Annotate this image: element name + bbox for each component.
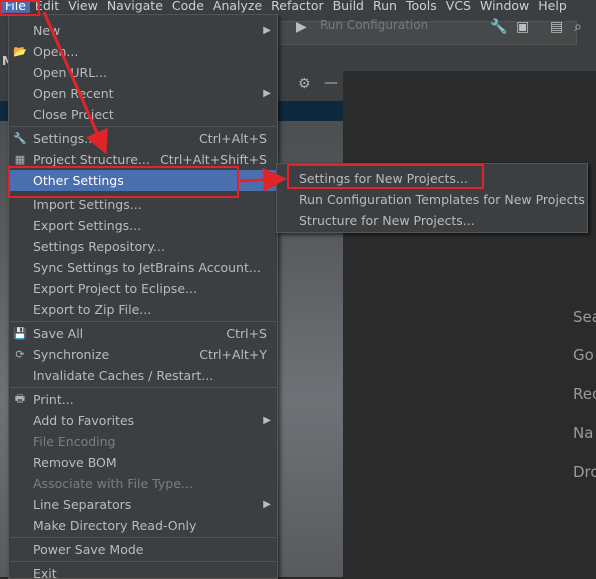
menu-separator	[10, 387, 276, 388]
file-menu-dropdown: New ▶ 📂 Open... Open URL... Open Recent …	[8, 14, 278, 579]
terminal-icon[interactable]: ▤	[550, 19, 563, 35]
wrench-icon[interactable]: 🔧	[490, 19, 507, 35]
submenu-item-structure-new-projects[interactable]: Structure for New Projects...	[277, 210, 587, 231]
folder-icon: 📂	[13, 45, 27, 58]
editor-hint-drop: Dro	[573, 463, 596, 481]
editor-hint-search: Sea	[573, 308, 596, 326]
gear-icon[interactable]: ⚙	[298, 76, 311, 92]
menu-view[interactable]: View	[63, 0, 102, 13]
menu-item-save-all[interactable]: 💾 Save All Ctrl+S	[9, 323, 277, 344]
debug-icon[interactable]: ▶	[296, 19, 307, 35]
menu-build[interactable]: Build	[328, 0, 368, 13]
menu-item-open-url[interactable]: Open URL...	[9, 62, 277, 83]
printer-icon: 🖶	[14, 392, 26, 405]
search-icon[interactable]: ⌕	[574, 19, 582, 35]
editor-hint-goto: Go	[573, 346, 594, 364]
chevron-right-icon: ▶	[263, 499, 271, 510]
save-icon: 💾	[13, 327, 27, 340]
menu-window[interactable]: Window	[475, 0, 533, 13]
chevron-right-icon: ▶	[263, 88, 271, 99]
menu-run[interactable]: Run	[368, 0, 401, 13]
menu-navigate[interactable]: Navigate	[102, 0, 167, 13]
chevron-right-icon: ▶	[263, 415, 271, 426]
menu-item-export-settings[interactable]: Export Settings...	[9, 215, 277, 236]
menu-item-power-save-mode[interactable]: Power Save Mode	[9, 539, 277, 560]
menu-item-new[interactable]: New ▶	[9, 20, 277, 41]
menu-tools[interactable]: Tools	[401, 0, 441, 13]
menu-item-close-project[interactable]: Close Project	[9, 104, 277, 125]
editor-hint-recent: Rec	[573, 385, 596, 403]
hide-icon[interactable]: —	[324, 75, 338, 91]
menu-item-line-separators[interactable]: Line Separators ▶	[9, 494, 277, 515]
menu-separator	[10, 321, 276, 322]
annotation-box-file	[0, 0, 40, 16]
menu-item-make-dir-readonly[interactable]: Make Directory Read-Only	[9, 515, 277, 536]
menu-item-print[interactable]: 🖶 Print...	[9, 389, 277, 410]
editor-hint-navigation: Na	[573, 424, 594, 442]
menu-item-settings[interactable]: 🔧 Settings... Ctrl+Alt+S	[9, 128, 277, 149]
menu-item-invalidate-caches[interactable]: Invalidate Caches / Restart...	[9, 365, 277, 386]
chevron-right-icon: ▶	[263, 25, 271, 36]
menu-item-synchronize[interactable]: ⟳ Synchronize Ctrl+Alt+Y	[9, 344, 277, 365]
menu-item-add-to-favorites[interactable]: Add to Favorites ▶	[9, 410, 277, 431]
menu-analyze[interactable]: Analyze	[208, 0, 266, 13]
project-structure-icon[interactable]: ▣	[516, 19, 529, 35]
menu-item-export-eclipse[interactable]: Export Project to Eclipse...	[9, 278, 277, 299]
menu-item-settings-repository[interactable]: Settings Repository...	[9, 236, 277, 257]
annotation-box-other-settings	[8, 166, 239, 198]
menu-separator	[10, 537, 276, 538]
menu-item-export-zip[interactable]: Export to Zip File...	[9, 299, 277, 320]
menu-vcs[interactable]: VCS	[441, 0, 475, 13]
run-configuration-label[interactable]: Run Configuration	[320, 18, 428, 32]
menu-bar: File Edit View Navigate Code Analyze Ref…	[0, 0, 596, 14]
annotation-box-settings-new-projects	[287, 164, 484, 189]
menu-separator	[10, 561, 276, 562]
menu-item-sync-settings[interactable]: Sync Settings to JetBrains Account...	[9, 257, 277, 278]
menu-item-open[interactable]: 📂 Open...	[9, 41, 277, 62]
menu-item-file-encoding: File Encoding	[33, 434, 116, 449]
project-structure-icon: ▦	[14, 153, 26, 166]
menu-item-remove-bom[interactable]: Remove BOM	[9, 452, 277, 473]
menu-separator	[10, 126, 276, 127]
editor-area: Sea Go Rec Na Dro	[343, 71, 596, 577]
wrench-icon: 🔧	[13, 132, 27, 145]
submenu-item-run-config-templates[interactable]: Run Configuration Templates for New Proj…	[277, 189, 587, 210]
chevron-right-icon: ▶	[263, 175, 271, 186]
menu-item-open-recent[interactable]: Open Recent ▶	[9, 83, 277, 104]
menu-refactor[interactable]: Refactor	[266, 0, 327, 13]
menu-item-associate-file-type: Associate with File Type...	[33, 476, 193, 491]
menu-code[interactable]: Code	[167, 0, 208, 13]
menu-help[interactable]: Help	[533, 0, 571, 13]
refresh-icon: ⟳	[15, 348, 25, 361]
